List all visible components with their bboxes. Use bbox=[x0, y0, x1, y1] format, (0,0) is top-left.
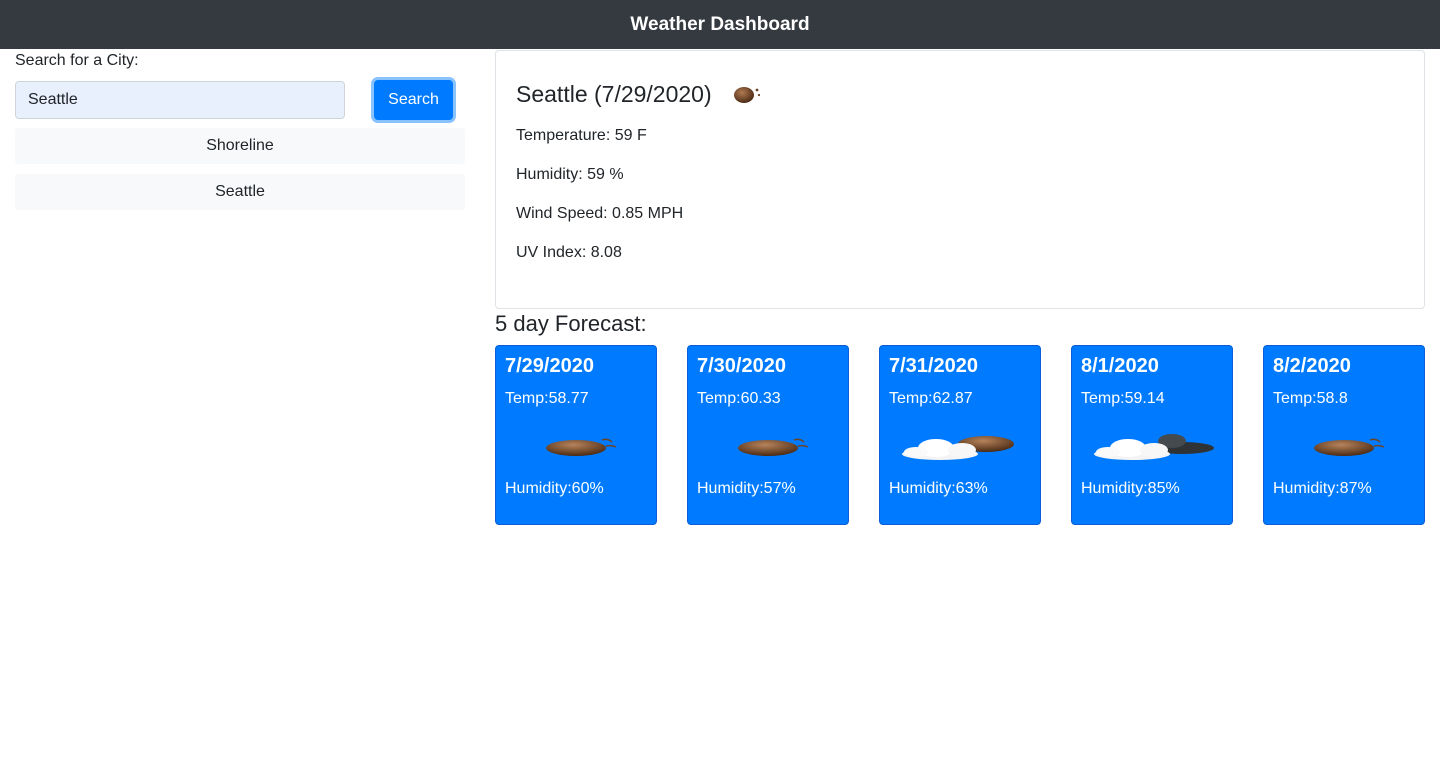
forecast-date: 7/30/2020 bbox=[697, 355, 786, 377]
history-item-shoreline[interactable]: Shoreline bbox=[15, 128, 465, 164]
forecast-date: 8/1/2020 bbox=[1081, 355, 1159, 377]
forecast-temp: Temp:59.14 bbox=[1081, 390, 1165, 407]
clear-night-icon bbox=[1314, 438, 1385, 456]
forecast-temp: Temp:60.33 bbox=[697, 390, 781, 407]
app-title: Weather Dashboard bbox=[630, 13, 810, 35]
forecast-card: 7/30/2020 Temp:60.33 Humidity:57% bbox=[687, 345, 849, 525]
few-clouds-night-icon bbox=[902, 436, 1014, 460]
broken-clouds-night-icon bbox=[1094, 434, 1214, 460]
forecast-row: 7/29/2020 Temp:58.77 Humidity:60% 7/30/2… bbox=[495, 345, 1425, 525]
search-label: Search for a City: bbox=[15, 52, 139, 69]
forecast-temp: Temp:58.8 bbox=[1273, 390, 1348, 407]
forecast-heading: 5 day Forecast: bbox=[495, 311, 647, 336]
forecast-temp: Temp:58.77 bbox=[505, 390, 589, 407]
forecast-humidity: Humidity:57% bbox=[697, 480, 796, 497]
current-wind-speed: Wind Speed: 0.85 MPH bbox=[516, 205, 684, 222]
current-weather-heading: Seattle (7/29/2020) bbox=[516, 79, 1404, 109]
forecast-humidity: Humidity:60% bbox=[505, 480, 604, 497]
current-city-date: Seattle (7/29/2020) bbox=[516, 80, 712, 107]
forecast-date: 8/2/2020 bbox=[1273, 355, 1351, 377]
forecast-card: 8/2/2020 Temp:58.8 Humidity:87% bbox=[1263, 345, 1425, 525]
clear-night-icon bbox=[738, 438, 809, 456]
current-temperature: Temperature: 59 F bbox=[516, 127, 647, 144]
forecast-card: 8/1/2020 Temp:59.14 Humidity:85% bbox=[1071, 345, 1233, 525]
clear-night-icon bbox=[733, 87, 760, 103]
history-item-seattle[interactable]: Seattle bbox=[15, 174, 465, 210]
clear-night-icon bbox=[546, 438, 617, 456]
forecast-card: 7/29/2020 Temp:58.77 Humidity:60% bbox=[495, 345, 657, 525]
forecast-humidity: Humidity:85% bbox=[1081, 480, 1180, 497]
forecast-temp: Temp:62.87 bbox=[889, 390, 973, 407]
forecast-card: 7/31/2020 Temp:62.87 Humidity:63% bbox=[879, 345, 1041, 525]
city-search-input[interactable] bbox=[15, 81, 345, 119]
forecast-date: 7/29/2020 bbox=[505, 355, 594, 377]
search-history-list: Shoreline Seattle bbox=[15, 128, 465, 220]
forecast-humidity: Humidity:63% bbox=[889, 480, 988, 497]
current-weather-card: Seattle (7/29/2020) Temperature: 59 F Hu… bbox=[495, 50, 1425, 309]
current-uv-index: UV Index: 8.08 bbox=[516, 244, 622, 261]
search-button[interactable]: Search bbox=[374, 80, 453, 120]
navbar: Weather Dashboard bbox=[0, 0, 1440, 49]
forecast-date: 7/31/2020 bbox=[889, 355, 978, 377]
current-humidity: Humidity: 59 % bbox=[516, 166, 624, 183]
forecast-humidity: Humidity:87% bbox=[1273, 480, 1372, 497]
